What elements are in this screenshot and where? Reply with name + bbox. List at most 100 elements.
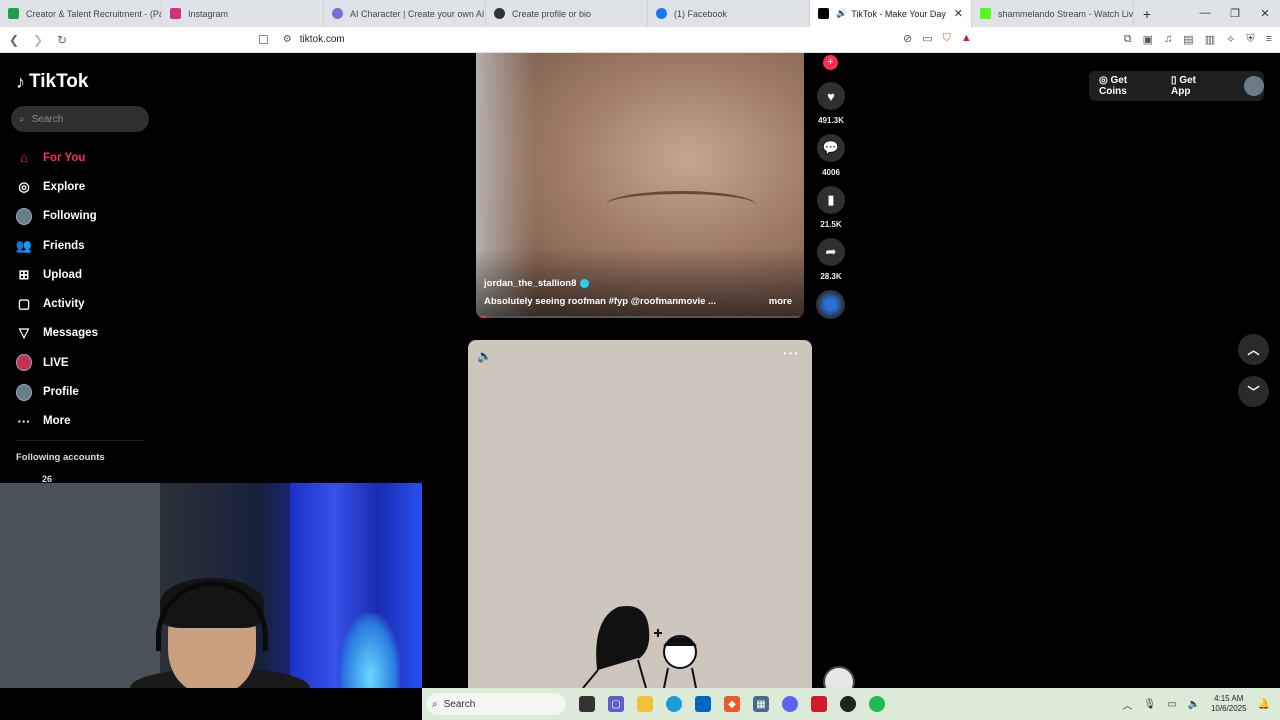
follow-plus-button[interactable]: + (823, 55, 838, 70)
sidebar-item-messages[interactable]: ▽ Messages (16, 319, 98, 348)
video-player-1[interactable]: jordan_the_stallion8 Absolutely seeing r… (476, 53, 804, 318)
sidebar-item-more[interactable]: ··· More (16, 407, 98, 436)
brave-rewards-icon[interactable]: ▲ (961, 32, 972, 45)
tab-ai-character[interactable]: AI Character | Create your own AI int (324, 0, 486, 27)
sidebar-item-activity[interactable]: ▢ Activity (16, 289, 98, 318)
more-icon: ··· (17, 413, 31, 429)
like-button[interactable]: ♥ 491.3K (815, 82, 847, 125)
url-field[interactable]: ⚙ tiktok.com (283, 34, 345, 45)
menu-icon[interactable]: ≡ (1266, 33, 1272, 46)
tab-facebook[interactable]: (1) Facebook (648, 0, 810, 27)
kick-favicon-icon (980, 8, 991, 19)
compass-icon: ◎ (18, 178, 30, 194)
back-button[interactable]: ❮ (4, 33, 24, 47)
sidebar-item-upload[interactable]: ⊞ Upload (16, 260, 98, 289)
video-1-more-button[interactable]: more (769, 296, 792, 307)
verified-badge-icon (580, 279, 590, 288)
video-2-music-disc[interactable] (823, 666, 855, 688)
tray-overflow-icon[interactable]: ︿ (1122, 697, 1132, 712)
tab-tiktok[interactable]: 🔊 TikTok - Make Your Day ✕ (810, 0, 972, 27)
user-avatar[interactable] (1244, 76, 1264, 96)
facebook-favicon-icon (656, 8, 667, 19)
extensions-icon[interactable]: ⧉ (1124, 33, 1132, 46)
comment-count: 4006 (822, 168, 840, 177)
video-1-author[interactable]: jordan_the_stallion8 (484, 278, 590, 289)
save-button[interactable]: ▮ 21.5K (815, 186, 847, 229)
tiktok-note-icon: ♪ (16, 71, 25, 92)
tab-instagram[interactable]: Instagram (162, 0, 324, 27)
maximize-button[interactable]: ❐ (1220, 7, 1250, 20)
sidebar-item-for-you[interactable]: ⌂ For You (16, 143, 98, 172)
music-disc-avatar[interactable] (816, 290, 845, 319)
sidebar-item-explore[interactable]: ◎ Explore (16, 172, 98, 201)
calculator-icon[interactable]: ▦ (753, 696, 769, 712)
video-1-progress-bar[interactable] (476, 316, 804, 318)
audio-playing-icon: 🔊 (836, 8, 848, 18)
upload-icon: ⊞ (18, 266, 30, 282)
store-icon[interactable] (695, 696, 711, 712)
system-tray: ︿ 🎙 ▭ 🔈 4:15 AM 10/6/2025 🔔 (1122, 694, 1280, 714)
tab-kick-stream[interactable]: shammelando Stream - Watch Live o (972, 0, 1134, 27)
browser-tab-bar: Creator & Talent Recruitment - (Pay Inst… (0, 0, 1280, 27)
tab-create-profile[interactable]: Create profile or bio (486, 0, 648, 27)
brave-icon[interactable]: ◆ (724, 696, 740, 712)
minimize-button[interactable]: — (1190, 7, 1220, 20)
following-avatar (16, 207, 32, 225)
close-tab-icon[interactable]: ✕ (954, 7, 963, 20)
sidebar-item-friends[interactable]: 👥 Friends (16, 231, 98, 260)
header-actions: ◎ Get Coins ▯ Get App (1089, 71, 1264, 101)
microphone-icon[interactable]: 🎙 (1143, 699, 1156, 710)
chat-icon[interactable]: ▢ (608, 696, 624, 712)
toolbar-icons: ⧉ ▣ ♫ ▤ ▥ ✧ ⛨ ≡ (1124, 33, 1280, 46)
address-bar: ❮ ❯ ↻ ☐ ⚙ tiktok.com ⊘ ▭ ⛉ ▲ ⧉ ▣ ♫ ▤ ▥ ✧… (0, 27, 1280, 53)
task-view-icon[interactable] (579, 696, 595, 712)
sidebar-item-live[interactable]: LIVE (16, 348, 98, 377)
close-window-button[interactable]: ✕ (1250, 7, 1280, 20)
sidebar-item-following[interactable]: Following (16, 202, 98, 231)
vpn-icon[interactable]: ⛨ (1246, 33, 1254, 46)
search-icon: ⌕ (19, 113, 25, 125)
sidebar-toggle-icon[interactable]: ▤ (1183, 33, 1193, 46)
cast-icon[interactable]: ▭ (922, 32, 932, 45)
new-tab-button[interactable]: + (1134, 6, 1160, 22)
media-icon[interactable]: ♫ (1164, 33, 1172, 46)
instagram-favicon-icon (170, 8, 181, 19)
speaker-icon[interactable]: 🔈 (1188, 699, 1200, 710)
scroll-up-button[interactable]: ︿ (1238, 334, 1269, 365)
tiktok-logo[interactable]: ♪ TikTok (16, 71, 88, 93)
share-icon: ➦ (817, 238, 845, 266)
spotify-icon[interactable] (869, 696, 885, 712)
search-icon: ⌕ (432, 698, 438, 710)
discord-icon[interactable] (782, 696, 798, 712)
leo-ai-icon[interactable]: ✧ (1226, 33, 1235, 46)
comment-button[interactable]: 💬 4006 (815, 134, 847, 177)
following-accounts-heading: Following accounts (16, 452, 105, 463)
brave-shield-icon[interactable]: ⛉ (943, 32, 951, 45)
wallet-icon[interactable]: ▥ (1205, 33, 1215, 46)
share-button[interactable]: ➦ 28.3K (815, 238, 847, 281)
no-cast-icon[interactable]: ⊘ (903, 32, 912, 45)
get-coins-button[interactable]: ◎ Get Coins (1099, 75, 1157, 97)
network-icon[interactable]: ▭ (1167, 699, 1176, 710)
video-player-2[interactable]: 🔈 ··· (468, 340, 812, 688)
tiktok-page: ♪ TikTok ⌕ Search ⌂ For You ◎ Explore Foll… (0, 53, 1280, 688)
get-app-button[interactable]: ▯ Get App (1171, 75, 1217, 97)
taskbar-clock[interactable]: 4:15 AM 10/6/2025 (1211, 694, 1247, 714)
bookmark-icon[interactable]: ☐ (258, 33, 269, 47)
site-info-icon[interactable]: ⚙ (283, 34, 292, 45)
notification-bell-icon[interactable]: 🔔 (1258, 699, 1270, 710)
sidebar-nav: ⌂ For You ◎ Explore Following 👥 Friends ⊞ Up… (16, 143, 98, 436)
sidebar-item-profile[interactable]: Profile (16, 377, 98, 406)
roblox-icon[interactable] (811, 696, 827, 712)
obs-icon[interactable] (840, 696, 856, 712)
taskbar-search-input[interactable]: ⌕ Search (426, 693, 566, 715)
tab-creator-recruitment[interactable]: Creator & Talent Recruitment - (Pay (0, 0, 162, 27)
reload-button[interactable]: ↻ (52, 33, 72, 47)
search-input[interactable]: ⌕ Search (11, 106, 149, 132)
video-1-caption[interactable]: Absolutely seeing roofman #fyp @roofmanm… (484, 296, 716, 307)
screenshot-icon[interactable]: ▣ (1143, 33, 1153, 46)
edge-icon[interactable] (666, 696, 682, 712)
file-explorer-icon[interactable] (637, 696, 653, 712)
forward-button[interactable]: ❯ (28, 33, 48, 47)
scroll-down-button[interactable]: ﹀ (1238, 376, 1269, 407)
